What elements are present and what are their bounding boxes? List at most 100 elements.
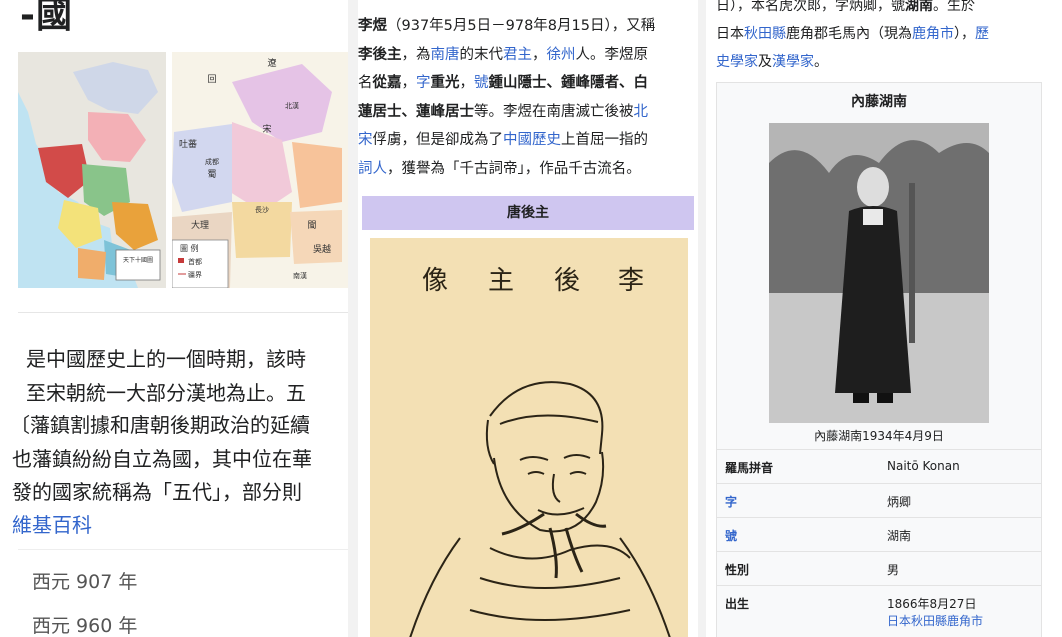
stat-end-year: 西元 960 年: [32, 615, 138, 637]
infobox-row: 出生 1866年8月27日 日本秋田縣鹿角市: [717, 585, 1041, 637]
summary-line: 〔藩鎮割據和唐朝後期政治的延續: [10, 413, 310, 437]
article-intro: 日），本名虎次郎，字炳卿，號湖南。生於 日本秋田縣鹿角郡毛馬內（現為鹿角市），歷…: [716, 0, 989, 76]
link-akita[interactable]: 秋田縣: [744, 26, 786, 42]
source-link[interactable]: 維基百科: [12, 509, 92, 538]
text: 鹿角郡毛馬內（現為: [786, 26, 912, 42]
row-value: 男: [887, 563, 900, 577]
text: （937年5月5日－978年8月15日），又稱: [387, 18, 656, 34]
text: ，: [459, 75, 475, 91]
link-nantang[interactable]: 南唐: [431, 47, 460, 63]
infobox-row: 字 炳卿: [717, 483, 1041, 518]
text: 人。李煜原: [575, 46, 649, 63]
body-line: 名從嘉，字重光，號鍾山隱士、鍾峰隱者、白: [358, 69, 698, 98]
text: ，獲譽為「千古詞帝」，作品千古流名。: [387, 160, 641, 177]
text: ，為: [401, 46, 431, 63]
bold-term: 鍾山隱士、鍾峰隱者、白: [488, 75, 649, 91]
infobox: 內藤湖南 內藤湖南1934年4月9日 羅馬拼音 Naitō Konan 字 炳卿: [716, 82, 1042, 637]
text: 俘虜，但是卻成為了: [372, 132, 504, 148]
row-value: 1866年8月27日: [887, 597, 977, 611]
row-value-link[interactable]: 日本秋田縣鹿角市: [887, 612, 983, 629]
map1-legend-label: 天下十國圖: [123, 256, 153, 264]
bold-term: 蓮居士、蓮峰居士: [358, 103, 474, 120]
link-kazuno[interactable]: 鹿角市: [912, 26, 954, 42]
summary-line: 發的國家統稱為「五代」，部分則: [12, 480, 302, 504]
intro-line: 日），本名虎次郎，字炳卿，號湖南。生於: [716, 0, 989, 20]
row-key: 羅馬拼音: [725, 461, 774, 475]
body-line: 李煜（937年5月5日－978年8月15日），又稱: [358, 12, 698, 41]
row-key-link[interactable]: 字: [725, 493, 737, 510]
text: 名: [358, 75, 373, 91]
summary-line: 至宋朝統一大部分漢地為止。五: [26, 381, 306, 405]
link-song[interactable]: 宋: [358, 132, 373, 148]
link-ruler[interactable]: 君主: [503, 47, 532, 63]
article-panel-li-yu: 李煜（937年5月5日－978年8月15日），又稱 李後主，為南唐的末代君主，徐…: [358, 0, 698, 637]
photo-drawing: [769, 123, 989, 423]
map2-label: 北漢: [285, 101, 299, 110]
text: ，: [401, 75, 417, 91]
article-panel-naito-konan: 日），本名虎次郎，字炳卿，號湖南。生於 日本秋田縣鹿角郡毛馬內（現為鹿角市），歷…: [706, 0, 1062, 637]
bold-term: 從嘉: [372, 75, 402, 91]
stat-start-year: 西元 907 年: [32, 571, 138, 593]
intro-line: 日本秋田縣鹿角郡毛馬內（現為鹿角市），歷: [716, 20, 989, 48]
text: 及: [758, 54, 772, 70]
map2-label: 吐蕃: [179, 138, 197, 150]
link-xuzhou[interactable]: 徐州: [547, 47, 576, 63]
page-title: -國: [20, 0, 73, 36]
body-line: 詞人，獲譽為「千古詞帝」，作品千古流名。: [358, 155, 698, 184]
infobox-row: 性別 男: [717, 551, 1041, 586]
infobox-row: 號 湖南: [717, 517, 1041, 552]
map-five-dynasties-regions[interactable]: 回 遼 吐蕃 南漢 成都 北漢 宋 蜀 長沙 吳越 大理 閩 圖 例 首都 疆界: [172, 52, 348, 288]
body-line: 李後主，為南唐的末代君主，徐州人。李煜原: [358, 41, 698, 70]
summary-line: 也藩鎮紛紛自立為國，其中位在華: [12, 447, 312, 471]
text: ），: [954, 26, 975, 42]
panel-gap: [698, 0, 706, 637]
link-courtesy-name[interactable]: 字: [416, 75, 431, 91]
infobox-row: 羅馬拼音 Naitō Konan: [717, 449, 1041, 484]
row-key-link[interactable]: 號: [725, 527, 737, 544]
map2-label: 遼: [267, 57, 276, 69]
map-ten-kingdoms[interactable]: 天下十國圖: [18, 52, 166, 288]
infobox-title: 內藤湖南: [851, 94, 907, 110]
link-ci-poet[interactable]: 詞人: [358, 161, 387, 177]
bold-term: 李煜: [358, 18, 387, 34]
row-key: 出生: [725, 597, 750, 611]
map2-label: 南漢: [293, 271, 307, 280]
link-historian-part[interactable]: 歷: [975, 26, 989, 42]
map2-legend-item: 首都: [188, 257, 202, 266]
article-body: 李煜（937年5月5日－978年8月15日），又稱 李後主，為南唐的末代君主，徐…: [358, 12, 698, 183]
divider: [18, 549, 348, 550]
photo-caption: 內藤湖南1934年4月9日: [814, 429, 944, 443]
map2-label: 長沙: [255, 206, 269, 214]
row-key: 性別: [725, 563, 750, 577]
link-sinologist[interactable]: 漢學家: [772, 54, 814, 70]
row-value: 湖南: [887, 529, 912, 543]
text: ，: [532, 46, 547, 63]
map2-legend-item: 疆界: [188, 271, 202, 279]
text: 等。李煜在南唐滅亡後被: [474, 103, 634, 120]
row-value: 炳卿: [887, 495, 912, 509]
person-photo[interactable]: [769, 123, 989, 423]
link-art-name[interactable]: 號: [474, 75, 489, 91]
text: 上首屈一指的: [561, 132, 648, 148]
article-panel-five-dynasties: -國 天下十國圖 回 遼 吐蕃 南漢 成都 北漢 宋 蜀 長沙 吳越 大理 閩 …: [0, 0, 358, 637]
portrait-image[interactable]: 像 主 後 李: [370, 238, 688, 637]
link-northern[interactable]: 北: [634, 104, 649, 120]
map2-label: 吳越: [313, 243, 331, 255]
link-historian[interactable]: 史學家: [716, 54, 758, 70]
row-value: Naitō Konan: [887, 459, 960, 473]
map2-legend-title: 圖 例: [180, 243, 199, 253]
text: 的末代: [459, 46, 504, 63]
intro-line: 史學家及漢學家。: [716, 48, 989, 76]
panel-gap: [348, 0, 358, 637]
bold-term: 重光: [430, 75, 460, 91]
infobox-caption: 唐後主: [362, 196, 694, 230]
map2-label: 蜀: [207, 169, 216, 180]
map2-label: 回: [207, 74, 216, 85]
text: 日本: [716, 26, 744, 42]
text: 。生於: [933, 0, 975, 14]
portrait-drawing: [409, 381, 671, 637]
map2-label: 宋: [262, 123, 271, 135]
text: 日），本名虎次郎，字炳卿，號: [716, 0, 905, 14]
link-chinese-history[interactable]: 中國歷史: [503, 132, 561, 148]
summary-card[interactable]: 是中國歷史上的一個時期，該時 至宋朝統一大部分漢地為止。五 〔藩鎮割據和唐朝後期…: [10, 312, 348, 637]
